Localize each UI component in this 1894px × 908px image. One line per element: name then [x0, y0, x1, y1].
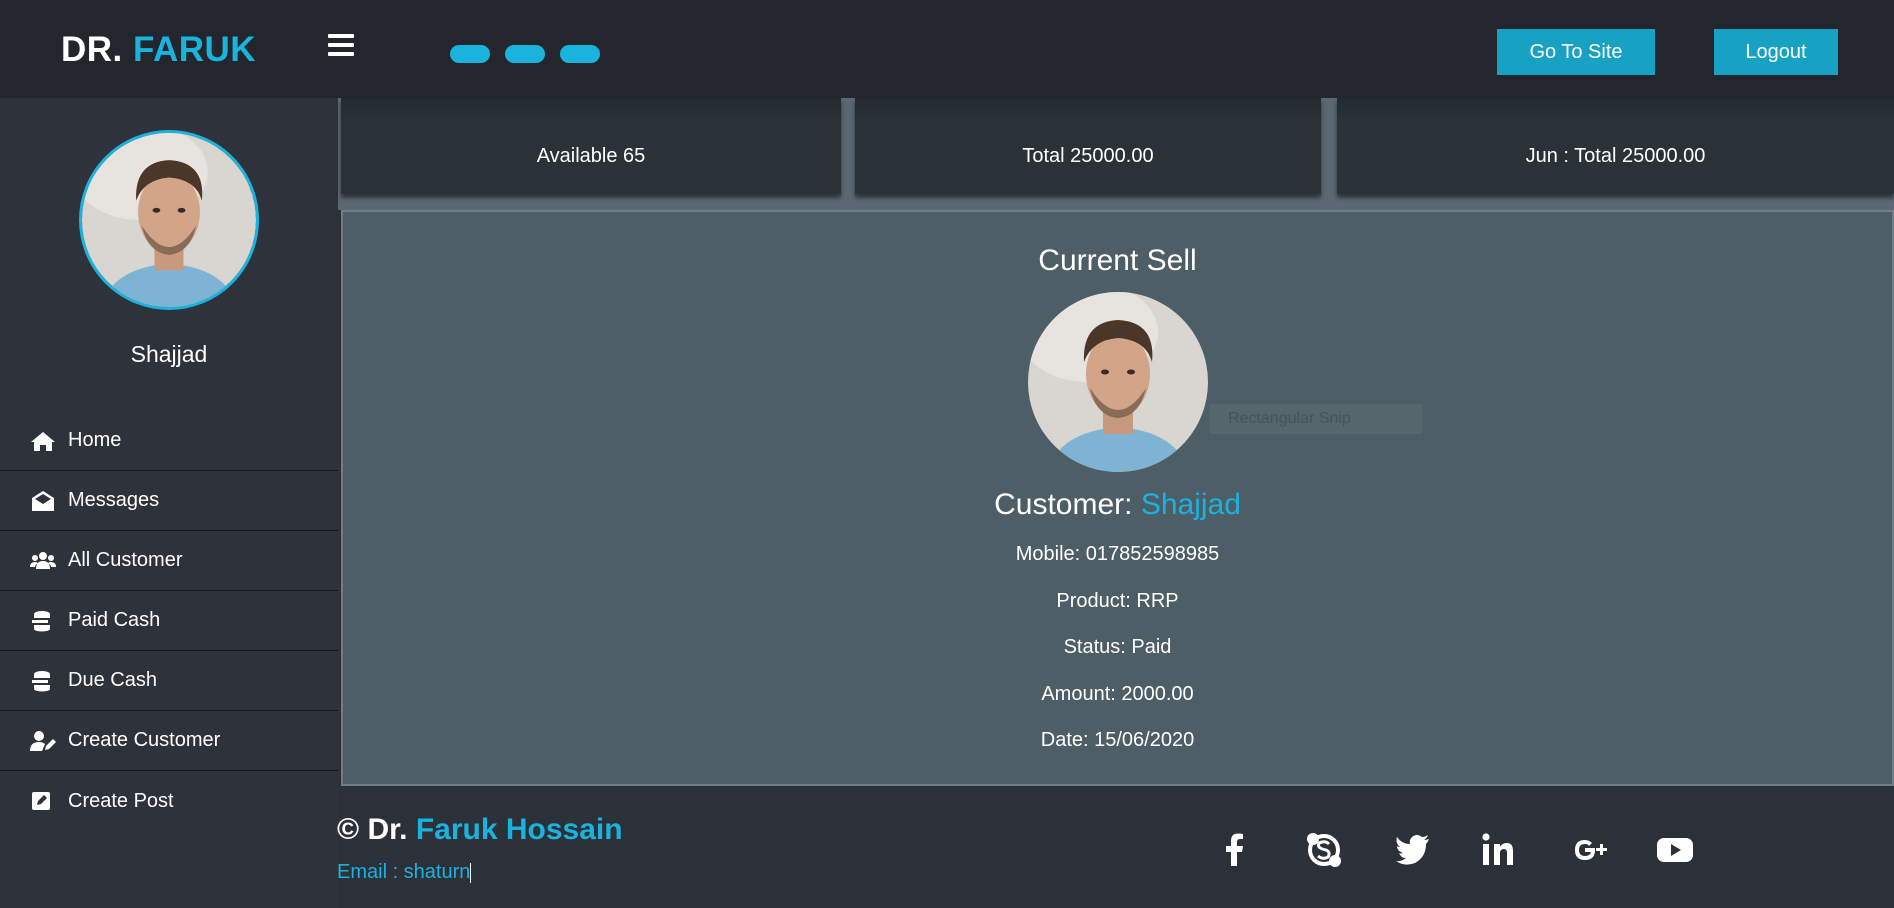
sidebar-item-due-cash[interactable]: Due Cash: [0, 651, 338, 711]
text-cursor: [470, 862, 472, 883]
status-text: Status: Paid: [1063, 636, 1172, 658]
footer-copyright: © Dr. Faruk Hossain: [337, 813, 623, 847]
top-header: DR. FARUK Go To Site Logout: [0, 0, 1894, 98]
stat-label: Total 25000.00: [1022, 144, 1154, 167]
google-plus-icon[interactable]: [1570, 830, 1610, 870]
product-text: Product: RRP: [1056, 590, 1179, 612]
sidebar-user-name: Shajjad: [130, 341, 208, 367]
current-sell-panel: Current Sell Rectangular Snip Customer: …: [341, 210, 1894, 786]
sidebar-item-label: Create Post: [68, 789, 174, 812]
sidebar-item-label: Create Customer: [68, 729, 221, 751]
stat-card-available: Available 65: [341, 98, 841, 194]
amount-text: Amount: 2000.00: [1041, 683, 1194, 705]
home-icon: [31, 431, 55, 451]
customer-heading: Customer: Shajjad: [343, 488, 1892, 522]
customer-prefix: Customer:: [994, 488, 1133, 521]
hamburger-menu-icon[interactable]: [328, 34, 354, 58]
facebook-icon[interactable]: [1214, 830, 1254, 870]
coins-icon: [32, 610, 50, 631]
twitter-icon[interactable]: [1393, 830, 1433, 870]
sidebar-item-label: Due Cash: [68, 669, 157, 691]
logout-button[interactable]: Logout: [1714, 29, 1838, 75]
indicator-pill-1[interactable]: [450, 45, 490, 63]
brand-part2: FARUK: [133, 30, 257, 69]
sidebar-item-label: Paid Cash: [68, 609, 161, 631]
customer-name: Shajjad: [1140, 488, 1241, 521]
youtube-icon[interactable]: [1655, 830, 1695, 870]
sidebar-item-label: Messages: [68, 489, 160, 511]
email-text: Email : shaturn: [337, 861, 471, 883]
go-to-site-button[interactable]: Go To Site: [1497, 29, 1655, 75]
sidebar-item-create-post[interactable]: Create Post: [0, 771, 338, 831]
linkedin-icon[interactable]: [1478, 830, 1518, 870]
sidebar-item-home[interactable]: Home: [0, 411, 338, 471]
edit-icon: [32, 792, 50, 810]
date-text: Date: 15/06/2020: [1040, 729, 1195, 751]
sidebar: Shajjad Home Messages All Customer Paid …: [0, 98, 338, 908]
customer-avatar: [1028, 292, 1208, 472]
user-edit-icon: [30, 730, 56, 751]
avatar: [79, 130, 259, 310]
panel-title: Current Sell: [1038, 244, 1197, 277]
skype-icon[interactable]: [1304, 830, 1344, 870]
mobile-text: Mobile: 017852598985: [1015, 543, 1220, 565]
coins-icon: [32, 670, 50, 691]
indicator-pill-2[interactable]: [505, 45, 545, 63]
sidebar-item-paid-cash[interactable]: Paid Cash: [0, 591, 338, 651]
stat-card-total: Total 25000.00: [855, 98, 1321, 194]
stat-card-monthly-total: Jun : Total 25000.00: [1337, 98, 1894, 194]
sidebar-nav: Home Messages All Customer Paid Cash Due…: [0, 411, 338, 831]
sidebar-item-label: All Customer: [68, 549, 183, 571]
stat-label: Jun : Total 25000.00: [1525, 144, 1706, 167]
sidebar-item-all-customer[interactable]: All Customer: [0, 531, 338, 591]
sidebar-item-create-customer[interactable]: Create Customer: [0, 711, 338, 771]
brand-part1: DR.: [61, 30, 123, 69]
users-icon: [30, 551, 56, 569]
sidebar-item-label: Home: [68, 429, 122, 451]
brand-logo[interactable]: DR. FARUK: [61, 30, 256, 70]
envelope-open-icon: [32, 490, 54, 511]
copyright-prefix: © Dr.: [337, 813, 408, 846]
sidebar-item-messages[interactable]: Messages: [0, 471, 338, 531]
copyright-name: Faruk Hossain: [415, 813, 623, 846]
footer-email: Email : shaturn: [337, 861, 472, 884]
indicator-pill-3[interactable]: [560, 45, 600, 63]
stat-label: Available 65: [536, 144, 646, 167]
snip-overlay-text: Rectangular Snip: [1210, 404, 1422, 434]
